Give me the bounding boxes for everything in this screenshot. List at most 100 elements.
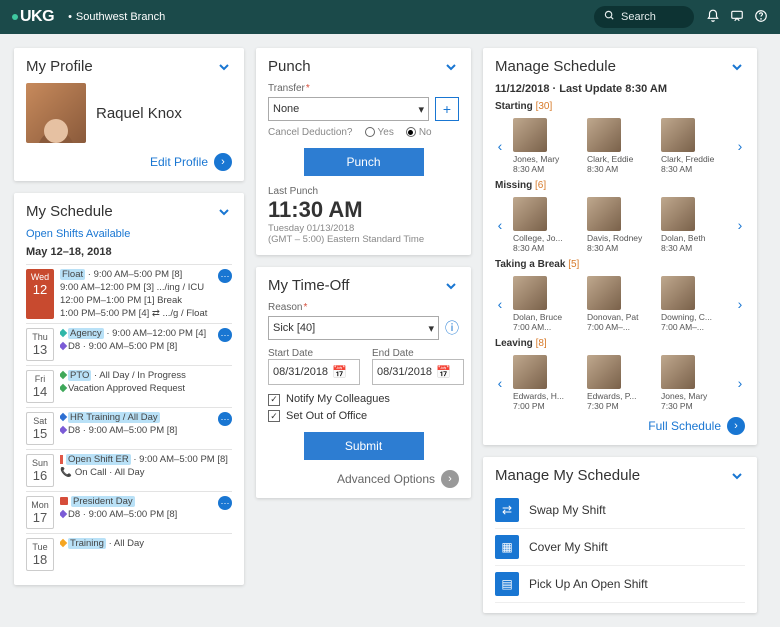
card-title: My Schedule bbox=[26, 203, 113, 220]
chevron-left-icon[interactable]: ‹ bbox=[495, 138, 505, 154]
mms-item[interactable]: ▦ Cover My Shift bbox=[495, 529, 745, 566]
schedule-line: President Day bbox=[60, 496, 212, 507]
start-date-label: Start Date bbox=[268, 348, 360, 359]
employee-chip[interactable]: College, Jo...8:30 AM bbox=[513, 197, 577, 253]
mms-item[interactable]: ▤Pick Up An Open Shift bbox=[495, 566, 745, 603]
top-icons bbox=[706, 9, 768, 26]
avatar bbox=[513, 118, 547, 152]
chevron-right-icon[interactable]: › bbox=[735, 217, 745, 233]
employee-chip[interactable]: Davis, Rodney8:30 AM bbox=[587, 197, 651, 253]
more-icon[interactable]: ⋯ bbox=[218, 269, 232, 283]
day-chip: Wed12 bbox=[26, 269, 54, 319]
employee-chip[interactable]: Edwards, P...7:30 PM bbox=[587, 355, 651, 411]
transfer-label: Transfer* bbox=[268, 83, 459, 94]
edit-profile-link[interactable]: Edit Profile › bbox=[26, 153, 232, 171]
calendar-icon: 📅 bbox=[436, 365, 451, 379]
employee-chip[interactable]: Jones, Mary7:30 PM bbox=[661, 355, 725, 411]
search-input[interactable]: Search bbox=[594, 6, 694, 28]
employee-chip[interactable]: Jones, Mary8:30 AM bbox=[513, 118, 577, 174]
schedule-line: 1:00 PM–5:00 PM [4] ⇄ .../g / Float bbox=[60, 308, 212, 319]
avatar bbox=[661, 276, 695, 310]
bell-icon[interactable] bbox=[706, 9, 720, 26]
schedule-day[interactable]: Mon17President DayD8 · 9:00 AM–5:00 PM [… bbox=[26, 491, 232, 533]
logo: UKG bbox=[12, 8, 54, 26]
schedule-day[interactable]: Sat15HR Training / All DayD8 · 9:00 AM–5… bbox=[26, 407, 232, 449]
open-shifts-link[interactable]: Open Shifts Available bbox=[26, 228, 232, 240]
schedule-day[interactable]: Thu13Agency · 9:00 AM–12:00 PM [4]D8 · 9… bbox=[26, 323, 232, 365]
schedule-line: Vacation Approved Request bbox=[60, 383, 232, 394]
chevron-down-icon[interactable] bbox=[443, 59, 459, 75]
avatar bbox=[587, 197, 621, 231]
chevron-down-icon[interactable] bbox=[443, 278, 459, 294]
chevron-down-icon[interactable] bbox=[729, 468, 745, 484]
manage-schedule-card: Manage Schedule 11/12/2018 · Last Update… bbox=[483, 48, 757, 445]
schedule-line: HR Training / All Day bbox=[60, 412, 212, 423]
radio-no[interactable]: No bbox=[406, 127, 432, 138]
employee-chip[interactable]: Dolan, Beth8:30 AM bbox=[661, 197, 725, 253]
start-date-input[interactable]: 08/31/2018📅 bbox=[268, 359, 360, 385]
chevron-left-icon[interactable]: ‹ bbox=[495, 217, 505, 233]
schedule-range: May 12–18, 2018 bbox=[26, 246, 232, 258]
schedule-day[interactable]: Sun16Open Shift ER · 9:00 AM–5:00 PM [8]… bbox=[26, 449, 232, 491]
employee-chip[interactable]: Clark, Eddie8:30 AM bbox=[587, 118, 651, 174]
day-chip: Sat15 bbox=[26, 412, 54, 445]
help-icon[interactable] bbox=[754, 9, 768, 26]
avatar bbox=[26, 83, 86, 143]
profile-name: Raquel Knox bbox=[96, 105, 182, 122]
card-title: Punch bbox=[268, 58, 311, 75]
schedule-line: Open Shift ER · 9:00 AM–5:00 PM [8] bbox=[60, 454, 232, 465]
my-profile-card: My Profile Raquel Knox Edit Profile › bbox=[14, 48, 244, 181]
avatar bbox=[661, 355, 695, 389]
reason-select[interactable]: Sick [40]▾ bbox=[268, 316, 439, 340]
add-transfer-button[interactable]: + bbox=[435, 97, 459, 121]
chevron-right-icon[interactable]: › bbox=[735, 375, 745, 391]
more-icon[interactable]: ⋯ bbox=[218, 328, 232, 342]
employee-chip[interactable]: Dolan, Bruce7:00 AM... bbox=[513, 276, 577, 332]
employee-chip[interactable]: Edwards, H...7:00 PM bbox=[513, 355, 577, 411]
search-icon bbox=[604, 10, 615, 24]
schedule-day[interactable]: Tue18Training · All Day bbox=[26, 533, 232, 575]
avatar bbox=[587, 355, 621, 389]
day-chip: Fri14 bbox=[26, 370, 54, 403]
employee-chip[interactable]: Clark, Freddie8:30 AM bbox=[661, 118, 725, 174]
avatar bbox=[513, 197, 547, 231]
manage-subtitle: 11/12/2018 · Last Update 8:30 AM bbox=[495, 83, 745, 95]
branch-selector[interactable]: • Southwest Branch bbox=[68, 11, 165, 23]
advanced-options-link[interactable]: Advanced Options › bbox=[268, 470, 459, 488]
chevron-down-icon[interactable] bbox=[216, 59, 232, 75]
chevron-left-icon[interactable]: ‹ bbox=[495, 375, 505, 391]
time-off-card: My Time-Off Reason* Sick [40]▾ ⓘ Start D… bbox=[256, 267, 471, 498]
notify-checkbox[interactable]: ✓Notify My Colleagues bbox=[268, 393, 459, 406]
ooo-checkbox[interactable]: ✓Set Out of Office bbox=[268, 410, 459, 423]
arrow-right-icon: › bbox=[214, 153, 232, 171]
schedule-day[interactable]: Wed12Float · 9:00 AM–5:00 PM [8]9:00 AM–… bbox=[26, 264, 232, 323]
schedule-line: 9:00 AM–12:00 PM [3] .../ing / ICU bbox=[60, 282, 212, 293]
mms-label: Cover My Shift bbox=[529, 540, 608, 554]
chevron-down-icon[interactable] bbox=[729, 59, 745, 75]
chevron-down-icon[interactable] bbox=[216, 204, 232, 220]
more-icon[interactable]: ⋯ bbox=[218, 496, 232, 510]
action-icon: ⇄ bbox=[495, 498, 519, 522]
schedule-day[interactable]: Fri14PTO · All Day / In ProgressVacation… bbox=[26, 365, 232, 407]
feedback-icon[interactable] bbox=[730, 9, 744, 26]
avatar bbox=[513, 276, 547, 310]
chevron-left-icon[interactable]: ‹ bbox=[495, 296, 505, 312]
more-icon[interactable]: ⋯ bbox=[218, 412, 232, 426]
card-title: Manage Schedule bbox=[495, 58, 616, 75]
action-icon: ▦ bbox=[495, 535, 519, 559]
mms-item[interactable]: ⇄Swap My Shift bbox=[495, 492, 745, 529]
punch-button[interactable]: Punch bbox=[304, 148, 424, 176]
day-chip: Thu13 bbox=[26, 328, 54, 361]
submit-button[interactable]: Submit bbox=[304, 432, 424, 460]
employee-chip[interactable]: Donovan, Pat7:00 AM–... bbox=[587, 276, 651, 332]
employee-chip[interactable]: Downing, C...7:00 AM–... bbox=[661, 276, 725, 332]
end-date-input[interactable]: 08/31/2018📅 bbox=[372, 359, 464, 385]
chevron-right-icon[interactable]: › bbox=[735, 296, 745, 312]
transfer-select[interactable]: None▾ bbox=[268, 97, 429, 121]
chevron-right-icon[interactable]: › bbox=[735, 138, 745, 154]
reason-label: Reason* bbox=[268, 302, 459, 313]
radio-yes[interactable]: Yes bbox=[365, 127, 394, 138]
info-icon[interactable]: ⓘ bbox=[445, 318, 459, 338]
full-schedule-link[interactable]: Full Schedule › bbox=[495, 417, 745, 435]
section-header: Missing [6] bbox=[495, 180, 745, 191]
